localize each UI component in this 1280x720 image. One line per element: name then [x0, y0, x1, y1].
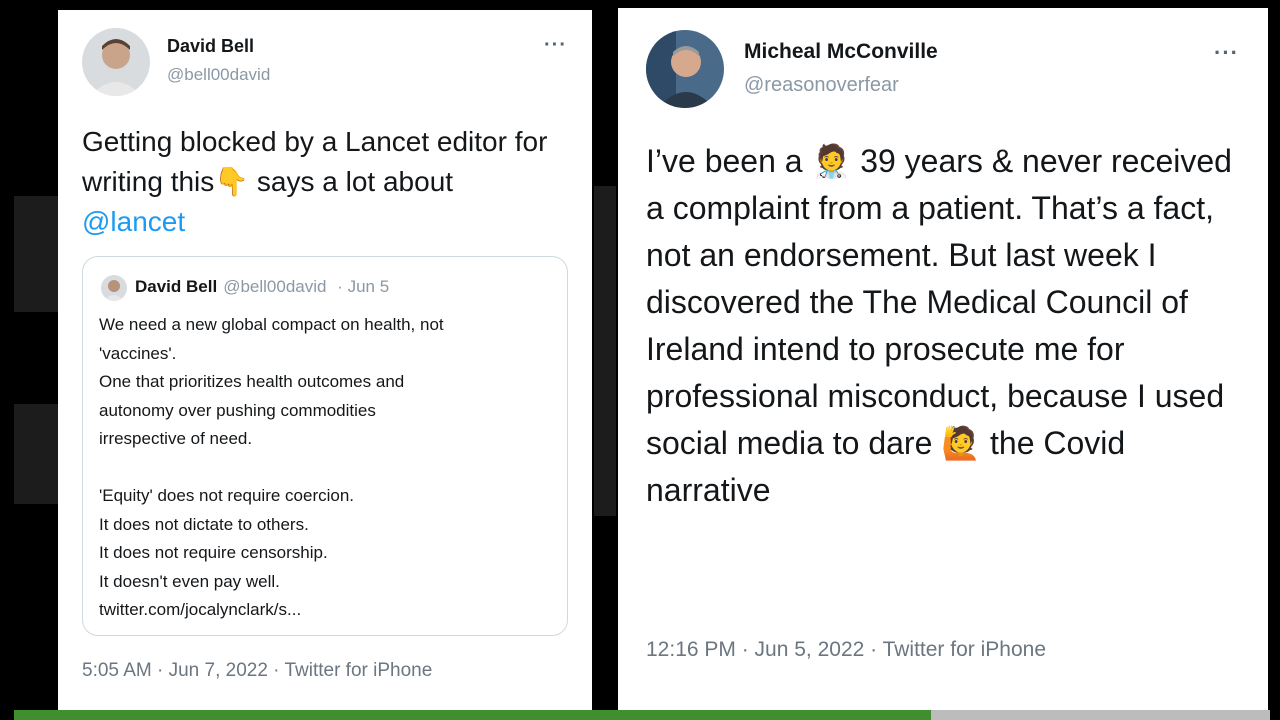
quoted-header: David Bell @bell00david · Jun 5 — [135, 277, 389, 297]
tweet-text-part1: I’ve been a — [646, 143, 812, 179]
quoted-line — [99, 454, 559, 483]
pointing-down-icon: 👇 — [214, 166, 250, 197]
quoted-text: We need a new global compact on health, … — [99, 311, 559, 625]
quoted-line: It does not require censorship. — [99, 543, 328, 562]
tweet-text: Getting blocked by a Lancet editor for w… — [82, 122, 552, 242]
quoted-author-name[interactable]: David Bell — [135, 277, 217, 296]
more-horizontal-icon[interactable]: ··· — [1214, 40, 1239, 66]
tweet-text: I’ve been a 🧑‍⚕️ 39 years & never receiv… — [646, 138, 1246, 514]
avatar[interactable] — [646, 30, 724, 108]
quoted-line: It does not dictate to others. — [99, 514, 309, 534]
raising-hand-icon: 🙋 — [941, 425, 982, 461]
avatar[interactable] — [82, 28, 150, 96]
author-handle[interactable]: @bell00david — [167, 65, 270, 85]
quoted-line: We need a new global compact on health, … — [99, 315, 444, 334]
tweet-timestamp[interactable]: 12:16 PM · Jun 5, 2022 · Twitter for iPh… — [646, 638, 1046, 662]
quoted-date: · Jun 5 — [337, 277, 390, 296]
quoted-tweet[interactable]: David Bell @bell00david · Jun 5 We need a… — [82, 256, 568, 636]
author-name[interactable]: Micheal McConville — [744, 40, 938, 64]
more-horizontal-icon[interactable]: ··· — [544, 34, 567, 57]
doctor-icon: 🧑‍⚕️ — [811, 143, 852, 179]
quoted-link[interactable]: twitter.com/jocalynclark/s... — [99, 596, 559, 625]
quoted-line: autonomy over pushing commodities — [99, 400, 376, 420]
tweet-timestamp[interactable]: 5:05 AM · Jun 7, 2022 · Twitter for iPho… — [82, 660, 432, 682]
tweet-text-part2: 39 years & never received a complaint fr… — [646, 143, 1232, 461]
video-progress-fill — [14, 710, 931, 720]
quoted-line: 'Equity' does not require coercion. — [99, 486, 355, 505]
tweet-card-right: Micheal McConville @reasonoverfear ··· I… — [618, 8, 1268, 710]
mention-link[interactable]: @lancet — [82, 206, 185, 237]
background-strip-left — [14, 196, 58, 312]
quoted-line: 'vaccines'. — [99, 343, 177, 363]
video-progress-bar[interactable] — [14, 710, 1270, 720]
quoted-line: One that prioritizes health outcomes and — [99, 372, 405, 391]
author-name[interactable]: David Bell — [167, 36, 254, 57]
quoted-line: It doesn't even pay well. — [99, 571, 280, 591]
author-handle[interactable]: @reasonoverfear — [744, 74, 899, 97]
tweet-text-part2: says a lot about — [249, 166, 454, 197]
background-strip-middle — [594, 186, 616, 516]
background-strip-left-lower — [14, 404, 58, 504]
quoted-author-handle[interactable]: @bell00david — [223, 277, 326, 296]
quoted-line: irrespective of need. — [99, 429, 253, 448]
tweet-card-left: David Bell @bell00david ··· Getting bloc… — [58, 10, 592, 710]
quoted-avatar[interactable] — [101, 275, 127, 301]
